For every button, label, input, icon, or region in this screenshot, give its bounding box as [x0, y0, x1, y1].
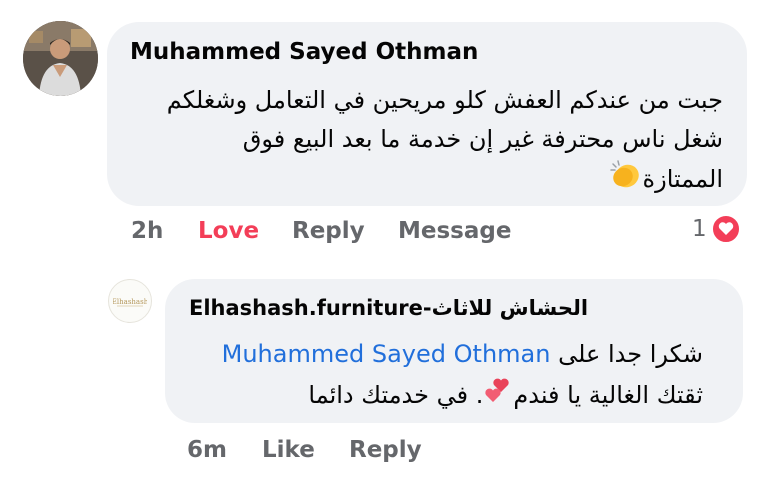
comment-author[interactable]: Muhammed Sayed Othman [130, 39, 478, 65]
reply-button[interactable]: Reply [292, 218, 365, 244]
comment-timestamp[interactable]: 2h [131, 218, 163, 244]
comment-text-line: الممتازة [609, 158, 723, 202]
reaction-count: 1 [692, 216, 707, 242]
reply-timestamp[interactable]: 6m [187, 437, 227, 463]
reply-author[interactable]: Elhashash.furniture-الحشاش للاثاث [189, 296, 588, 320]
comment-text-line: شغل ناس محترفة غير إن خدمة ما بعد البيع … [242, 125, 723, 153]
person-photo-icon [23, 21, 98, 96]
reply-bubble: Elhashash.furniture-الحشاش للاثاث شكرا ج… [165, 279, 743, 423]
reply-reply-button[interactable]: Reply [349, 437, 422, 463]
reply-text-fragment: شكرا جدا على [558, 340, 703, 368]
comment-bubble: Muhammed Sayed Othman جبت من عندكم العفش… [107, 22, 747, 206]
clapping-hands-icon [609, 158, 643, 202]
reply-text-fragment: ثقتك الغالية يا فندم [513, 381, 703, 409]
heart-icon [710, 214, 741, 244]
hashash-logo: Elhashash [113, 298, 147, 307]
reply-text-line: ثقتك الغالية يا فندم . في خدمتك دائما [308, 375, 703, 416]
reaction-summary[interactable]: 1 [692, 214, 741, 244]
page-avatar[interactable]: Elhashash [108, 279, 152, 323]
two-hearts-icon [483, 376, 513, 416]
reply-text-line: شكرا جدا على Muhammed Sayed Othman [222, 334, 703, 374]
comment-text-line: جبت من عندكم العفش كلو مريحين في التعامل… [166, 86, 723, 114]
mention-link[interactable]: Muhammed Sayed Othman [222, 340, 551, 368]
svg-text:Elhashash: Elhashash [113, 298, 147, 306]
love-button[interactable]: Love [198, 218, 259, 244]
comment-text-fragment: الممتازة [642, 165, 723, 193]
like-button[interactable]: Like [262, 437, 315, 463]
message-button[interactable]: Message [398, 218, 511, 244]
commenter-avatar[interactable] [23, 21, 98, 96]
reply-text-fragment: . في خدمتك دائما [308, 381, 484, 409]
